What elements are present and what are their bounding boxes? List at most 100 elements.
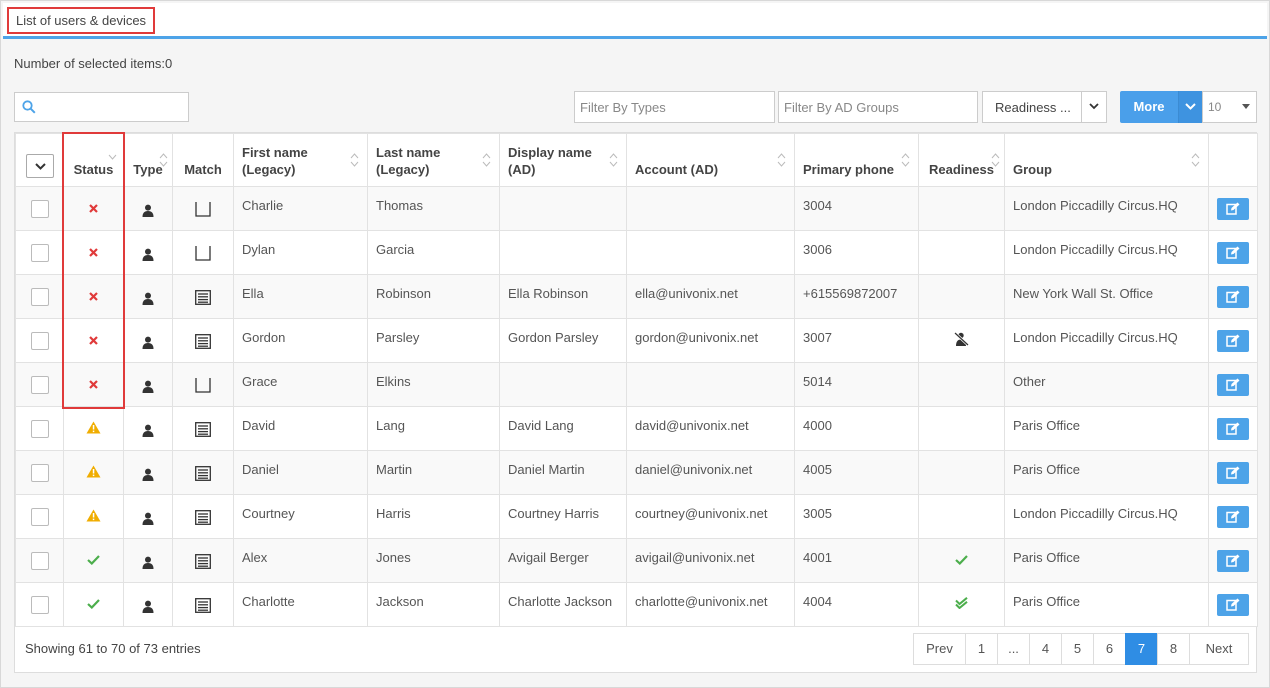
edit-button[interactable]	[1217, 505, 1249, 528]
user-icon	[142, 336, 154, 349]
edit-button[interactable]	[1217, 373, 1249, 396]
chevron-down-icon	[34, 163, 46, 170]
column-header-type[interactable]: Type	[123, 133, 173, 187]
table-row[interactable]: Ella Robinson Ella Robinson ella@univonix.n…	[15, 274, 1258, 319]
sort-icon	[609, 153, 618, 167]
row-checkbox[interactable]	[30, 419, 49, 438]
status-cell	[63, 494, 124, 539]
row-select-cell	[15, 406, 64, 451]
row-checkbox[interactable]	[30, 331, 49, 350]
last-name-cell: Martin	[367, 450, 500, 495]
last-name-cell: Garcia	[367, 230, 500, 275]
search-input[interactable]	[43, 95, 183, 119]
table-row[interactable]: Charlotte Jackson Charlotte Jackson charlot…	[15, 582, 1258, 627]
title-bar: List of users & devices	[3, 3, 1267, 39]
more-button[interactable]: More	[1120, 91, 1178, 123]
pagination-page[interactable]: 4	[1029, 633, 1062, 665]
column-header-group[interactable]: Group	[1004, 133, 1209, 187]
table-row[interactable]: Alex Jones Avigail Berger avigail@univonix.…	[15, 538, 1258, 583]
page-size-value: 10	[1208, 100, 1222, 114]
row-select-cell	[15, 538, 64, 583]
column-header-match[interactable]: Match	[172, 133, 234, 187]
row-select-cell	[15, 494, 64, 539]
display-name-cell: David Lang	[499, 406, 627, 451]
row-checkbox[interactable]	[30, 551, 49, 570]
column-label: Match	[184, 162, 222, 177]
first-name-cell: Gordon	[233, 318, 368, 363]
readiness-cell	[918, 230, 1005, 275]
pagination-prev[interactable]: Prev	[913, 633, 966, 665]
more-dropdown-toggle[interactable]	[1178, 91, 1202, 123]
phone-cell: 3005	[794, 494, 919, 539]
readiness-cell	[918, 186, 1005, 231]
edit-button[interactable]	[1217, 197, 1249, 220]
filter-by-types-input[interactable]	[574, 91, 775, 123]
edit-button[interactable]	[1217, 593, 1249, 616]
first-name-cell: Grace	[233, 362, 368, 407]
table-row[interactable]: Grace Elkins 5014 Other	[15, 362, 1258, 407]
group-cell: Paris Office	[1004, 582, 1209, 627]
table-row[interactable]: Daniel Martin Daniel Martin daniel@univonix…	[15, 450, 1258, 495]
table-row[interactable]: Charlie Thomas 3004 London Piccadilly Circu…	[15, 186, 1258, 231]
edit-button[interactable]	[1217, 285, 1249, 308]
pagination-page[interactable]: 7	[1125, 633, 1158, 665]
row-checkbox[interactable]	[30, 243, 49, 262]
row-select-cell	[15, 274, 64, 319]
row-checkbox[interactable]	[30, 463, 49, 482]
select-all-dropdown[interactable]	[25, 154, 54, 178]
pagination-page[interactable]: 5	[1061, 633, 1094, 665]
match-cell	[172, 538, 234, 583]
column-label: Group	[1013, 162, 1052, 177]
lined-document-icon	[195, 289, 211, 305]
sort-icon	[901, 153, 910, 167]
actions-cell	[1208, 538, 1258, 583]
actions-cell	[1208, 186, 1258, 231]
table-row[interactable]: Courtney Harris Courtney Harris courtney@un…	[15, 494, 1258, 539]
edit-button[interactable]	[1217, 461, 1249, 484]
column-label: (Legacy)	[376, 162, 430, 177]
actions-cell	[1208, 318, 1258, 363]
row-checkbox[interactable]	[30, 507, 49, 526]
column-header-primary-phone[interactable]: Primary phone	[794, 133, 919, 187]
column-header-status[interactable]: Status	[63, 133, 124, 187]
warning-icon	[86, 465, 101, 477]
lined-document-icon	[195, 553, 211, 569]
entries-info: Showing 61 to 70 of 73 entries	[25, 641, 201, 656]
row-checkbox[interactable]	[30, 287, 49, 306]
pagination-next[interactable]: Next	[1189, 633, 1249, 665]
table-row[interactable]: Dylan Garcia 3006 London Piccadilly Circus.…	[15, 230, 1258, 275]
pagination-page[interactable]: 1	[965, 633, 998, 665]
sort-icon	[777, 153, 786, 167]
column-header-last-name[interactable]: Last name (Legacy)	[367, 133, 500, 187]
column-header-account[interactable]: Account (AD)	[626, 133, 795, 187]
edit-button[interactable]	[1217, 241, 1249, 264]
column-header-display-name[interactable]: Display name (AD)	[499, 133, 627, 187]
filter-by-ad-groups-input[interactable]	[778, 91, 978, 123]
edit-button[interactable]	[1217, 329, 1249, 352]
last-name-cell: Elkins	[367, 362, 500, 407]
phone-cell: +615569872007	[794, 274, 919, 319]
actions-cell	[1208, 494, 1258, 539]
column-label: Status	[73, 162, 114, 177]
display-name-cell: Gordon Parsley	[499, 318, 627, 363]
match-cell	[172, 406, 234, 451]
pagination-page[interactable]: 8	[1157, 633, 1190, 665]
table-row[interactable]: David Lang David Lang david@univonix.net 400…	[15, 406, 1258, 451]
row-checkbox[interactable]	[30, 595, 49, 614]
search-box[interactable]	[14, 92, 189, 122]
pagination-page[interactable]: 6	[1093, 633, 1126, 665]
page-size-select[interactable]: 10	[1202, 91, 1257, 123]
column-label: Readiness	[928, 162, 995, 177]
row-checkbox[interactable]	[30, 375, 49, 394]
edit-button[interactable]	[1217, 417, 1249, 440]
status-cell	[63, 362, 124, 407]
row-select-cell	[15, 318, 64, 363]
table-row[interactable]: Gordon Parsley Gordon Parsley gordon@univon…	[15, 318, 1258, 363]
row-checkbox[interactable]	[30, 199, 49, 218]
column-header-first-name[interactable]: First name (Legacy)	[233, 133, 368, 187]
column-header-readiness[interactable]: Readiness	[918, 133, 1005, 187]
status-cell	[63, 406, 124, 451]
edit-button[interactable]	[1217, 549, 1249, 572]
readiness-dropdown-toggle[interactable]	[1081, 92, 1106, 122]
readiness-dropdown[interactable]: Readiness ...	[982, 91, 1107, 123]
